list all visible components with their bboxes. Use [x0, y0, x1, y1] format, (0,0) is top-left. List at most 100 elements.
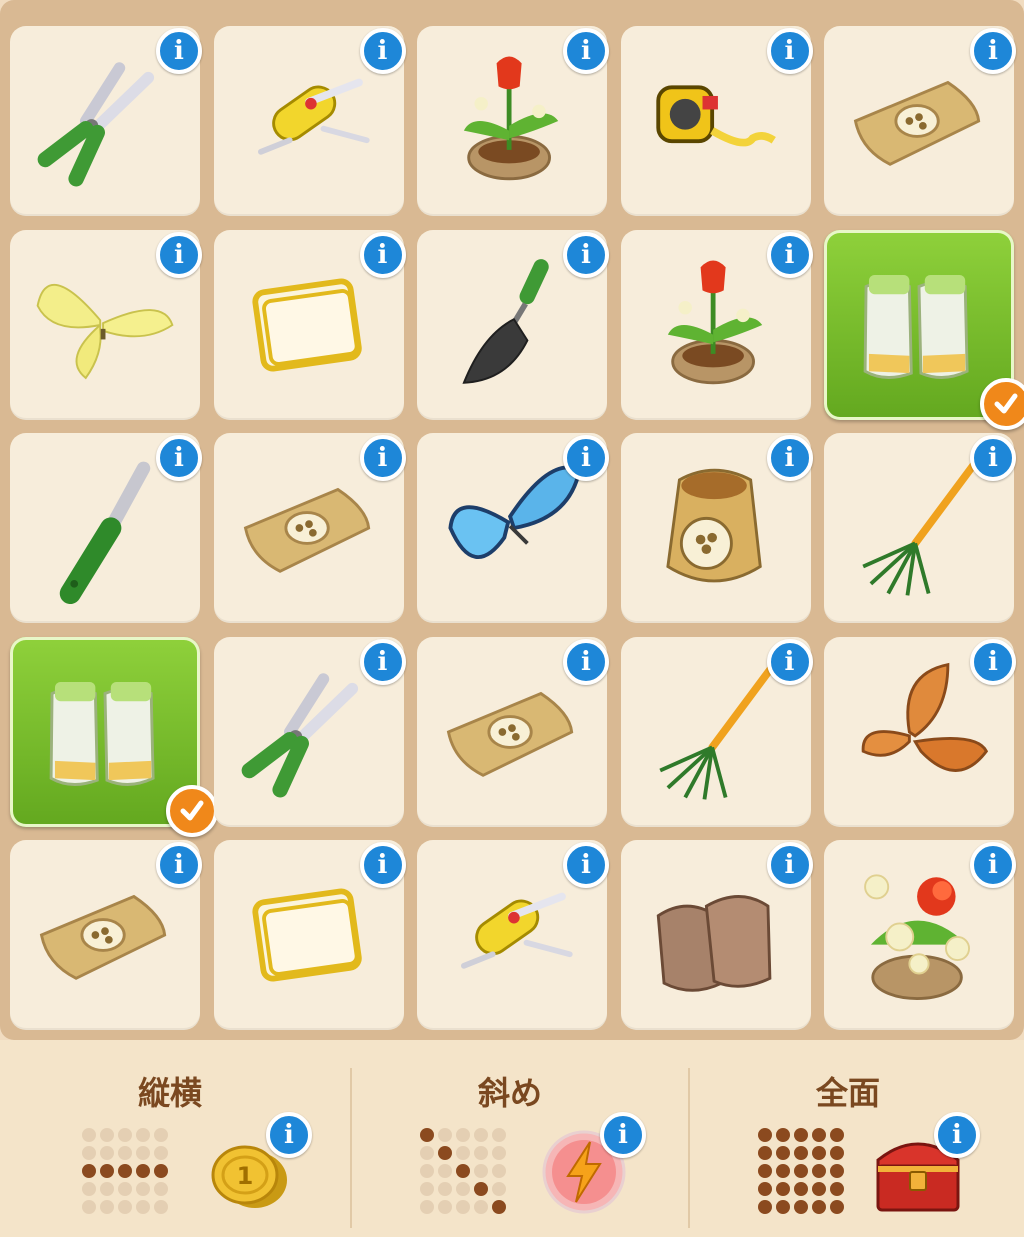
bingo-cell[interactable]: i [213, 26, 406, 216]
info-button[interactable]: i [970, 28, 1016, 74]
energy-orb-icon[interactable]: i [534, 1112, 646, 1220]
bingo-cell[interactable]: i [10, 26, 202, 216]
info-button[interactable]: i [970, 638, 1016, 685]
pattern-dot [812, 1164, 826, 1178]
yellow-butterfly-icon [36, 283, 174, 379]
pattern-dot [474, 1164, 488, 1178]
info-button[interactable]: i [766, 638, 813, 685]
pattern-dot [794, 1146, 808, 1160]
orange-butterfly-icon [861, 662, 989, 772]
seed-packet-icon [243, 487, 370, 573]
bingo-cell[interactable]: i [417, 26, 609, 216]
pattern-dot [830, 1146, 844, 1160]
garden-rake-icon [862, 455, 982, 596]
info-button[interactable]: i [359, 638, 406, 685]
info-button[interactable]: i [766, 842, 813, 888]
info-button[interactable]: i [359, 435, 406, 481]
bingo-cell[interactable]: i [620, 433, 813, 623]
pattern-dot [136, 1146, 150, 1160]
pattern-dots-full [758, 1128, 848, 1218]
bingo-cell[interactable]: i [213, 229, 406, 420]
reward-info-button[interactable]: i [600, 1112, 646, 1158]
garden-knife-icon [59, 461, 151, 605]
bingo-cell[interactable]: i [824, 636, 1016, 827]
pattern-dot [154, 1128, 168, 1142]
bingo-cell[interactable]: i [620, 636, 813, 827]
info-button[interactable]: i [970, 842, 1016, 888]
bingo-cell[interactable]: i [417, 433, 609, 623]
bingo-cell[interactable]: i [213, 433, 406, 623]
checkmark-icon [980, 377, 1024, 430]
pattern-dot [830, 1164, 844, 1178]
info-button[interactable]: i [563, 28, 609, 74]
info-button[interactable]: i [359, 231, 406, 278]
pattern-dot [456, 1182, 470, 1196]
flower-pot-icon [864, 874, 971, 1000]
seed-packet-icon [853, 80, 981, 166]
pattern-dot [830, 1182, 844, 1196]
bingo-cell[interactable]: i [620, 26, 813, 216]
gold-coins-icon[interactable]: 1 i [200, 1112, 312, 1220]
bingo-cell[interactable] [824, 229, 1024, 430]
bingo-cell[interactable]: i [10, 229, 202, 420]
pattern-dot [438, 1146, 452, 1160]
info-button[interactable]: i [766, 231, 813, 278]
info-button[interactable]: i [156, 231, 202, 278]
reward-panel-row: 縦横 1 i [0, 1040, 340, 1237]
pattern-dot [100, 1146, 114, 1160]
bingo-cell[interactable]: i [824, 26, 1016, 216]
reward-info-button[interactable]: i [266, 1112, 312, 1158]
info-button[interactable]: i [563, 435, 609, 481]
pattern-dot [420, 1182, 434, 1196]
pattern-dot [474, 1182, 488, 1196]
info-button[interactable]: i [563, 638, 609, 685]
info-button[interactable]: i [970, 435, 1016, 481]
pattern-dot [758, 1164, 772, 1178]
bingo-cell[interactable]: i [824, 840, 1016, 1030]
pattern-dot [794, 1182, 808, 1196]
info-button[interactable]: i [359, 842, 406, 888]
bingo-cell[interactable]: i [213, 636, 406, 827]
pattern-dot [492, 1200, 506, 1214]
bingo-cell[interactable]: i [620, 229, 813, 420]
bingo-cell[interactable]: i [417, 636, 609, 827]
treasure-chest-icon[interactable]: i [868, 1112, 980, 1220]
pattern-dots-row [82, 1128, 172, 1218]
pattern-dot [758, 1182, 772, 1196]
info-button[interactable]: i [156, 435, 202, 481]
bingo-cell[interactable] [10, 636, 218, 837]
bingo-cell[interactable]: i [417, 840, 609, 1030]
info-button[interactable]: i [766, 28, 813, 74]
pattern-dot [776, 1164, 790, 1178]
pattern-dot [82, 1146, 96, 1160]
pattern-dot [118, 1146, 132, 1160]
info-button[interactable]: i [766, 435, 813, 481]
info-button[interactable]: i [563, 231, 609, 278]
info-button[interactable]: i [563, 842, 609, 888]
pattern-dot [438, 1200, 452, 1214]
reward-info-button[interactable]: i [934, 1112, 980, 1158]
pocket-knife-icon [257, 78, 370, 155]
pattern-dot [492, 1182, 506, 1196]
pattern-dot [812, 1200, 826, 1214]
info-button[interactable]: i [156, 28, 202, 74]
bingo-cell[interactable]: i [620, 840, 813, 1030]
cloth-towel-icon [251, 888, 362, 982]
bingo-cell[interactable]: i [213, 840, 406, 1030]
info-button[interactable]: i [359, 28, 406, 74]
pattern-dot [492, 1128, 506, 1142]
pattern-dot [82, 1200, 96, 1214]
bingo-cell[interactable]: i [824, 433, 1016, 623]
pattern-dot [794, 1164, 808, 1178]
bingo-cell[interactable]: i [10, 840, 202, 1030]
seed-sack-icon [665, 468, 762, 583]
pattern-dot [776, 1182, 790, 1196]
bingo-grid: i i i i i i i i i i i i i i i i i i i i i i i [10, 26, 1024, 1030]
info-button[interactable]: i [156, 842, 202, 888]
svg-text:1: 1 [237, 1162, 254, 1190]
bingo-cell[interactable]: i [417, 229, 609, 420]
pattern-dot [794, 1200, 808, 1214]
bingo-cell[interactable]: i [10, 433, 202, 623]
pattern-dots-diagonal [420, 1128, 510, 1218]
pattern-dot [136, 1182, 150, 1196]
